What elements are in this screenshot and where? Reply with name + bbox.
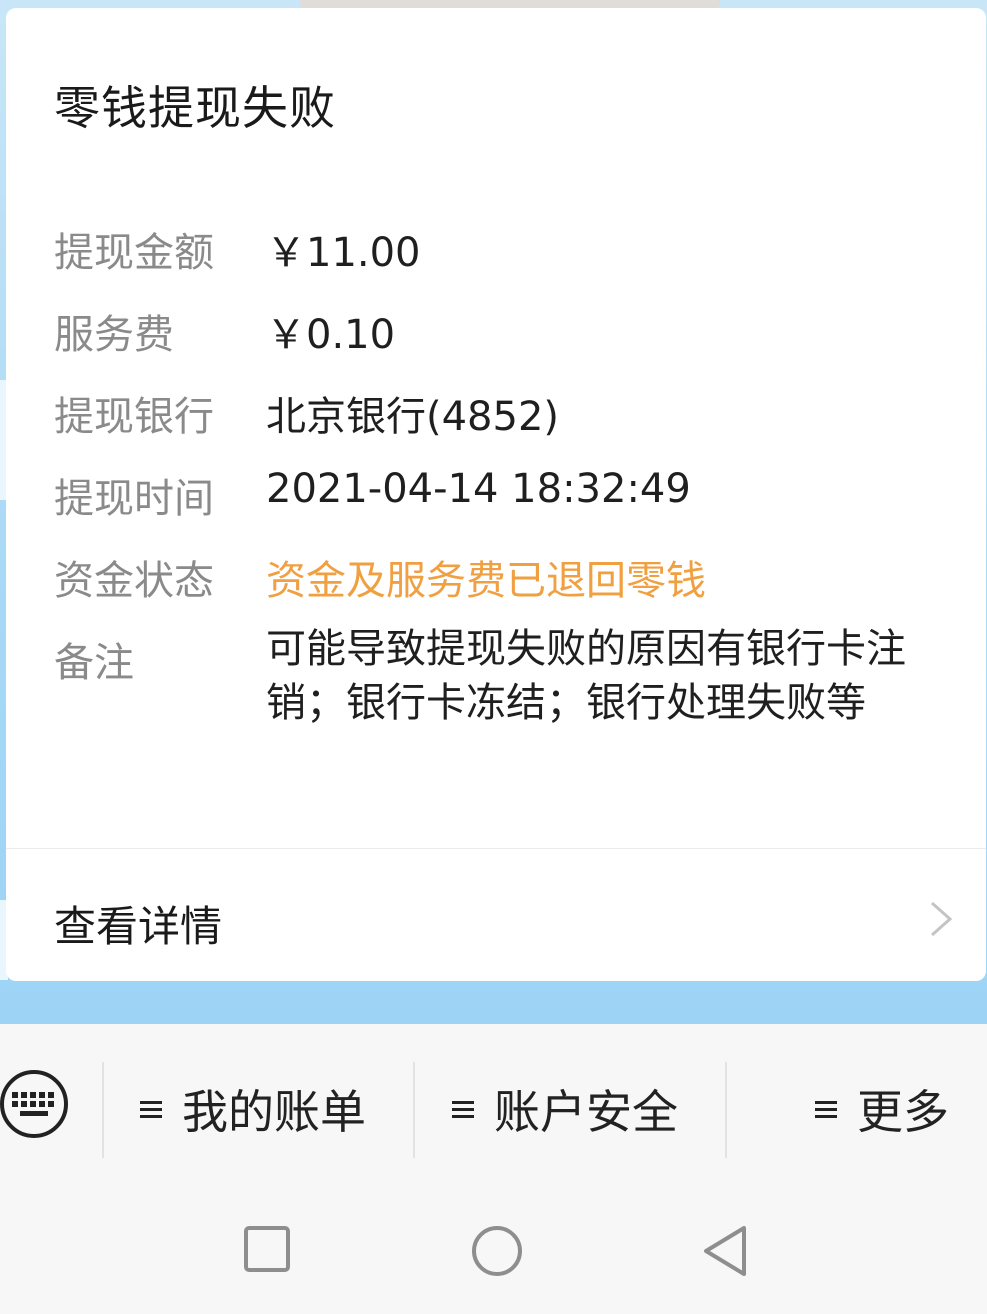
row-label: 提现银行: [54, 394, 214, 440]
menu-label: 更多: [857, 1085, 949, 1139]
row-label: 资金状态: [54, 558, 214, 604]
view-details-label: 查看详情: [54, 902, 223, 951]
view-details-row[interactable]: 查看详情: [6, 849, 986, 981]
keyboard-icon[interactable]: [0, 1068, 72, 1140]
square-icon[interactable]: [242, 1224, 292, 1274]
row-value: 2021-04-14 18:32:49: [266, 466, 691, 512]
system-navigation-bar: [0, 1172, 987, 1314]
bottom-menu-bar: 我的账单 账户安全 更多: [0, 1024, 987, 1172]
row-label: 备注: [54, 640, 134, 686]
status-value: 资金及服务费已退回零钱: [266, 558, 706, 604]
triangle-back-icon[interactable]: [700, 1224, 750, 1278]
remark-value: 可能导致提现失败的原因有银行卡注销；银行卡冻结；银行处理失败等: [266, 626, 906, 726]
menu-account-security[interactable]: 账户安全: [452, 1074, 678, 1144]
menu-separator: [102, 1062, 104, 1158]
menu-icon: [452, 1097, 474, 1122]
row-label: 提现时间: [54, 476, 214, 522]
chevron-right-icon: [931, 901, 953, 937]
menu-my-bills[interactable]: 我的账单: [140, 1074, 366, 1144]
menu-separator: [413, 1062, 415, 1158]
row-value: ￥11.00: [266, 230, 421, 276]
menu-more[interactable]: 更多: [815, 1074, 949, 1144]
row-value: 北京银行(4852): [266, 394, 560, 440]
row-label: 服务费: [54, 312, 174, 358]
card-title: 零钱提现失败: [54, 81, 336, 135]
menu-separator: [725, 1062, 727, 1158]
row-label: 提现金额: [54, 230, 214, 276]
row-value: ￥0.10: [266, 312, 396, 358]
menu-label: 账户安全: [494, 1085, 678, 1139]
circle-icon[interactable]: [470, 1224, 524, 1278]
menu-label: 我的账单: [182, 1085, 366, 1139]
menu-icon: [140, 1097, 162, 1122]
menu-icon: [815, 1097, 837, 1122]
withdrawal-failed-card[interactable]: 零钱提现失败 提现金额 ￥11.00 服务费 ￥0.10 提现银行 北京银行(4…: [6, 8, 986, 981]
